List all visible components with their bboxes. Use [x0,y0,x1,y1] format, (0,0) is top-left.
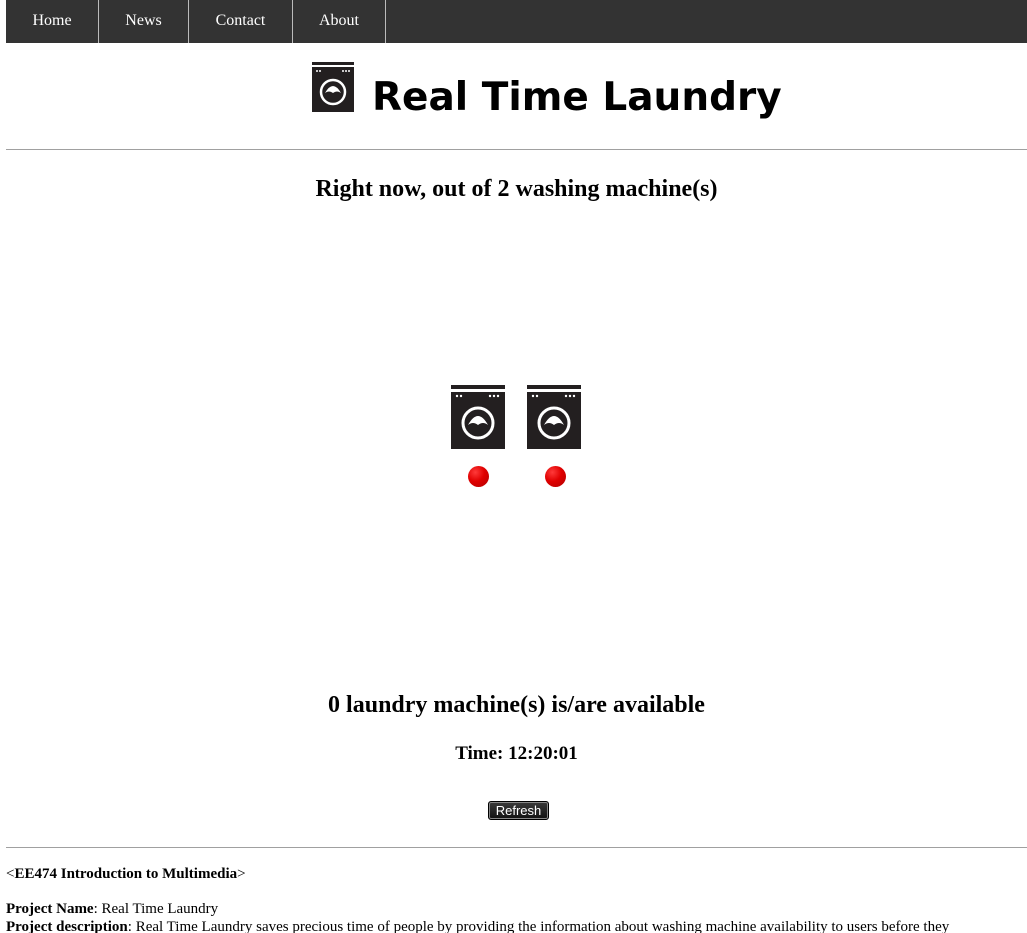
course-close-bracket: > [237,866,246,882]
project-name-value: : Real Time Laundry [93,901,219,917]
washing-machine-icon [312,62,354,112]
project-description-value: : Real Time Laundry saves precious time … [127,919,950,933]
top-navbar: Home News Contact About [6,0,1027,43]
project-name-label: Project Name [6,901,94,917]
nav-contact-link[interactable]: Contact [189,0,293,43]
refresh-button[interactable]: Refresh [488,801,549,820]
project-description-label: Project description [6,919,128,933]
course-title: <EE474 Introduction to Multimedia> [6,864,246,884]
machine-2-status-indicator [545,466,566,487]
nav-home-link[interactable]: Home [6,0,99,43]
time-label: Time: [455,743,504,764]
machine-1-status-indicator [468,466,489,487]
site-title: Real Time Laundry [372,75,782,120]
nav-news-link[interactable]: News [99,0,189,43]
current-time: Time: 12:20:01 [6,741,1027,767]
time-value: 12:20:01 [508,743,578,764]
project-description-line: Project description: Real Time Laundry s… [6,918,949,933]
machine-count-headline: Right now, out of 2 washing machine(s) [315,176,718,202]
footer-divider [6,847,1027,848]
washing-machine-icon [527,385,581,449]
availability-summary: 0 laundry machine(s) is/are available [328,692,705,718]
nav-about-link[interactable]: About [293,0,386,43]
course-name: EE474 Introduction to Multimedia [14,866,238,882]
washing-machine-icon [451,385,505,449]
project-name-line: Project Name: Real Time Laundry [6,900,218,918]
header-divider [6,149,1027,150]
page: Home News Contact About Real Time Laundr… [6,0,1027,933]
